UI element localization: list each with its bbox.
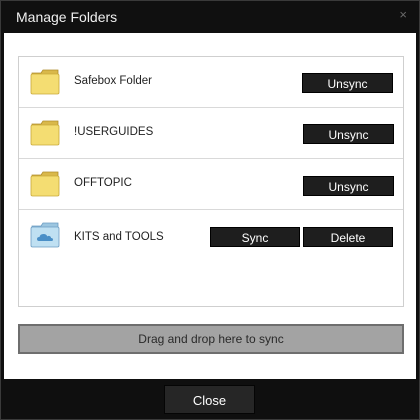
yellow-folder-icon	[30, 171, 60, 197]
folder-name: Safebox Folder	[74, 75, 152, 87]
delete-button[interactable]: Delete	[303, 227, 393, 247]
folder-row-offtopic: OFFTOPIC Unsync	[19, 159, 403, 210]
dialog-title: Manage Folders	[16, 9, 118, 25]
dialog-body: Safebox Folder Unsync !USERGUIDES Unsync…	[4, 33, 416, 379]
manage-folders-dialog: Manage Folders × Safebox Folder Unsync !…	[0, 0, 420, 420]
unsync-button[interactable]: Unsync	[303, 176, 394, 196]
drag-drop-sync-zone[interactable]: Drag and drop here to sync	[18, 324, 404, 354]
folder-row-safebox: Safebox Folder Unsync	[19, 57, 403, 108]
yellow-folder-icon	[30, 120, 60, 146]
dialog-footer: Close	[1, 379, 419, 419]
cloud-folder-icon	[30, 222, 60, 248]
folder-list: Safebox Folder Unsync !USERGUIDES Unsync…	[18, 56, 404, 307]
folder-name: !USERGUIDES	[74, 126, 154, 138]
close-icon[interactable]: ×	[399, 7, 407, 22]
folder-name: KITS and TOOLS	[74, 231, 164, 243]
sync-button[interactable]: Sync	[210, 227, 300, 247]
folder-name: OFFTOPIC	[74, 177, 132, 189]
folder-row-userguides: !USERGUIDES Unsync	[19, 108, 403, 159]
title-bar: Manage Folders ×	[1, 1, 419, 33]
unsync-button[interactable]: Unsync	[303, 124, 394, 144]
folder-row-kits-and-tools: KITS and TOOLS Sync Delete	[19, 210, 403, 261]
yellow-folder-icon	[30, 69, 60, 95]
unsync-button[interactable]: Unsync	[302, 73, 393, 93]
close-button[interactable]: Close	[164, 385, 255, 414]
